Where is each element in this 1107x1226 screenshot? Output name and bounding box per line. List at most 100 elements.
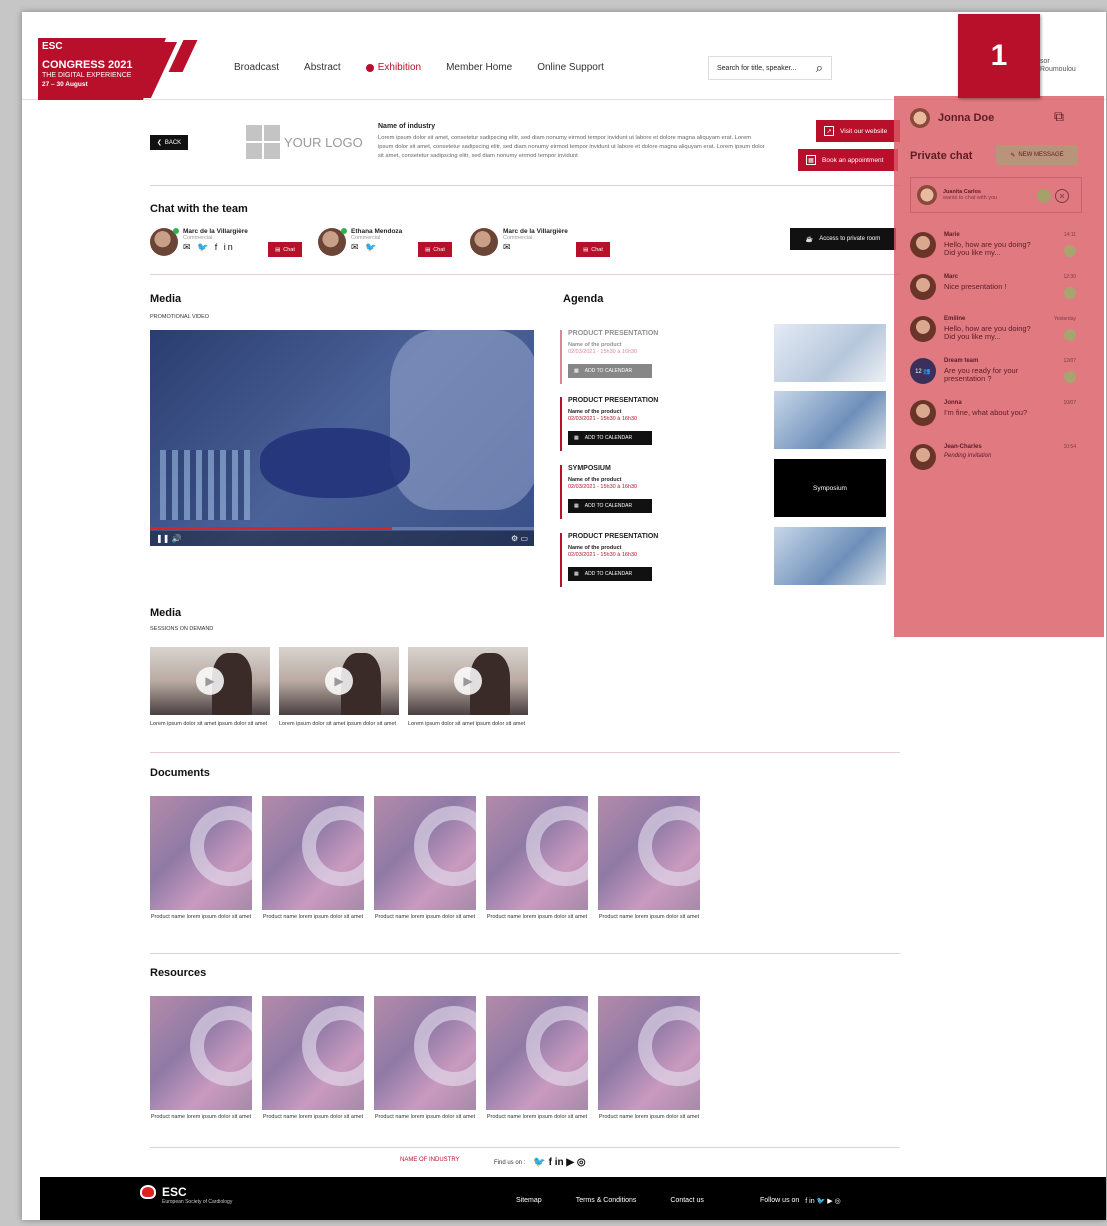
agenda-thumbnail xyxy=(774,324,886,382)
document-card[interactable] xyxy=(374,796,476,910)
nav-online-support[interactable]: Online Support xyxy=(537,62,604,73)
conversation-item[interactable]: Marie Hello, how are you doing? Did you … xyxy=(910,232,1082,268)
social-icons[interactable]: ✉ 🐦 xyxy=(351,242,402,253)
settings-icon[interactable]: ⚙ ▭ xyxy=(511,534,528,543)
divider xyxy=(150,752,900,753)
resource-card[interactable] xyxy=(486,996,588,1110)
avatar xyxy=(917,185,937,205)
play-icon[interactable]: ▶ xyxy=(325,667,353,695)
industry-logo: YOUR LOGO xyxy=(246,125,363,159)
terms-link[interactable]: Terms & Conditions xyxy=(576,1197,637,1204)
chat-icon: ▤ xyxy=(275,246,281,253)
document-caption: Product name lorem ipsum dolor sit amet xyxy=(262,914,364,920)
social-icons[interactable]: ✉ xyxy=(503,242,568,253)
video-progress-bar[interactable] xyxy=(150,527,534,530)
resource-card[interactable] xyxy=(598,996,700,1110)
social-icons[interactable]: 🐦 f in ▶ ◎ xyxy=(533,1157,585,1168)
session-caption: Lorem ipsum dolor sit amet ipsum dolor s… xyxy=(150,721,268,727)
agenda-item: PRODUCT PRESENTATION Name of the product… xyxy=(560,527,890,597)
document-card[interactable] xyxy=(598,796,700,910)
nav-abstract[interactable]: Abstract xyxy=(304,62,341,73)
exhibitor-page: ESC CONGRESS 2021 THE DIGITAL EXPERIENCE… xyxy=(22,12,1106,1220)
chat-button[interactable]: ▤ Chat xyxy=(418,242,452,257)
accept-icon[interactable] xyxy=(1037,189,1051,203)
team-member: Marc de la Villargière Commercial ✉ 🐦 f … xyxy=(150,228,248,256)
sidebar-user: Jonna Doe xyxy=(910,108,994,128)
divider xyxy=(150,274,900,275)
resource-card[interactable] xyxy=(374,996,476,1110)
resource-card[interactable] xyxy=(150,996,252,1110)
video-progress-fill xyxy=(150,527,392,530)
online-status-icon xyxy=(173,228,179,234)
chat-button[interactable]: ▤ Chat xyxy=(268,242,302,257)
pause-icon[interactable]: ❚❚ 🔊 xyxy=(156,534,182,543)
nav-exhibition[interactable]: Exhibition xyxy=(365,62,421,73)
resource-caption: Product name lorem ipsum dolor sit amet xyxy=(486,1114,588,1120)
promotional-video[interactable]: ❚❚ 🔊 ⚙ ▭ xyxy=(150,330,534,546)
private-chat-title: Private chat xyxy=(910,150,973,162)
avatar xyxy=(910,232,936,258)
decline-icon[interactable]: ✕ xyxy=(1055,189,1069,203)
coffee-icon: ☕ xyxy=(805,236,814,243)
team-member: Marc de la Villargière Commercial ✉ xyxy=(470,228,568,256)
avatar xyxy=(910,274,936,300)
add-to-calendar-button[interactable]: ▦ ADD TO CALENDAR xyxy=(568,364,652,378)
social-icons[interactable]: f in 🐦 ▶ ◎ xyxy=(805,1197,840,1205)
contact-link[interactable]: Contact us xyxy=(670,1197,703,1204)
document-card[interactable] xyxy=(262,796,364,910)
conversation-item[interactable]: Marc Nice presentation ! 12:30 xyxy=(910,274,1082,310)
resource-caption: Product name lorem ipsum dolor sit amet xyxy=(598,1114,700,1120)
play-icon[interactable]: ▶ xyxy=(454,667,482,695)
new-message-button[interactable]: ✎ NEW MESSAGE xyxy=(996,145,1078,165)
add-to-calendar-button[interactable]: ▦ ADD TO CALENDAR xyxy=(568,567,652,581)
footer-links: Sitemap Terms & Conditions Contact us xyxy=(516,1197,704,1204)
document-card[interactable] xyxy=(486,796,588,910)
find-us: Find us on : 🐦 f in ▶ ◎ xyxy=(494,1157,586,1168)
sitemap-link[interactable]: Sitemap xyxy=(516,1197,542,1204)
session-thumbnail[interactable]: ▶ xyxy=(150,647,270,715)
back-button[interactable]: ❮ BACK xyxy=(150,135,188,150)
play-icon[interactable]: ▶ xyxy=(196,667,224,695)
search-icon[interactable]: ⌕ xyxy=(816,60,823,76)
calendar-icon: ▦ xyxy=(574,571,579,577)
agenda-item: PRODUCT PRESENTATION Name of the product… xyxy=(560,391,890,461)
popout-icon[interactable]: ⧉ xyxy=(1054,108,1064,125)
team-member: Ethana Mendoza Commercial ✉ 🐦 xyxy=(318,228,402,256)
add-to-calendar-button[interactable]: ▦ ADD TO CALENDAR xyxy=(568,431,652,445)
chat-invitation: Juanita Carlos wants to chat with you ✕ xyxy=(910,177,1082,213)
add-to-calendar-button[interactable]: ▦ ADD TO CALENDAR xyxy=(568,499,652,513)
resource-card[interactable] xyxy=(262,996,364,1110)
team-avatar-icon: 12 👥 xyxy=(910,358,936,384)
esc-logo[interactable]: ESC European Society of Cardiology xyxy=(140,1185,232,1205)
session-thumbnail[interactable]: ▶ xyxy=(408,647,528,715)
avatar xyxy=(318,228,347,256)
conversation-item[interactable]: 12 👥 Dream team Are you ready for your p… xyxy=(910,358,1082,394)
chat-button[interactable]: ▤ Chat xyxy=(576,242,610,257)
visit-website-button[interactable]: ↗ Visit our website xyxy=(816,120,900,142)
online-status-icon xyxy=(341,228,347,234)
avatar xyxy=(910,444,936,470)
book-appointment-button[interactable]: ▦ Book an appointment xyxy=(798,149,898,171)
conversation-item[interactable]: Jean-Charles Pending invitation 10:54 xyxy=(910,444,1082,480)
chat-icon: ▤ xyxy=(425,246,431,253)
divider xyxy=(150,1147,900,1148)
session-thumbnail[interactable]: ▶ xyxy=(279,647,399,715)
heart-icon xyxy=(140,1185,156,1199)
avatar xyxy=(470,228,498,256)
resource-caption: Product name lorem ipsum dolor sit amet xyxy=(262,1114,364,1120)
nav-broadcast[interactable]: Broadcast xyxy=(234,62,279,73)
follow-us: Follow us on f in 🐦 ▶ ◎ xyxy=(760,1197,841,1205)
divider xyxy=(150,953,900,954)
avatar xyxy=(150,228,179,256)
congress-logo[interactable]: ESC CONGRESS 2021 THE DIGITAL EXPERIENCE… xyxy=(38,38,208,100)
social-icons[interactable]: ✉ 🐦 f in xyxy=(183,242,248,253)
nav-member-home[interactable]: Member Home xyxy=(446,62,512,73)
unread-badge xyxy=(1064,287,1076,299)
document-card[interactable] xyxy=(150,796,252,910)
conversation-item[interactable]: Jonna I'm fine, what about you? 10/07 xyxy=(910,400,1082,436)
search-input[interactable]: Search for title, speaker... ⌕ xyxy=(708,56,832,80)
conversation-item[interactable]: Emiline Hello, how are you doing? Did yo… xyxy=(910,316,1082,352)
private-room-button[interactable]: ☕ Access to private room xyxy=(790,228,896,250)
industry-footer-name[interactable]: NAME OF INDUSTRY xyxy=(400,1157,460,1163)
chat-icon: ▤ xyxy=(583,246,589,253)
